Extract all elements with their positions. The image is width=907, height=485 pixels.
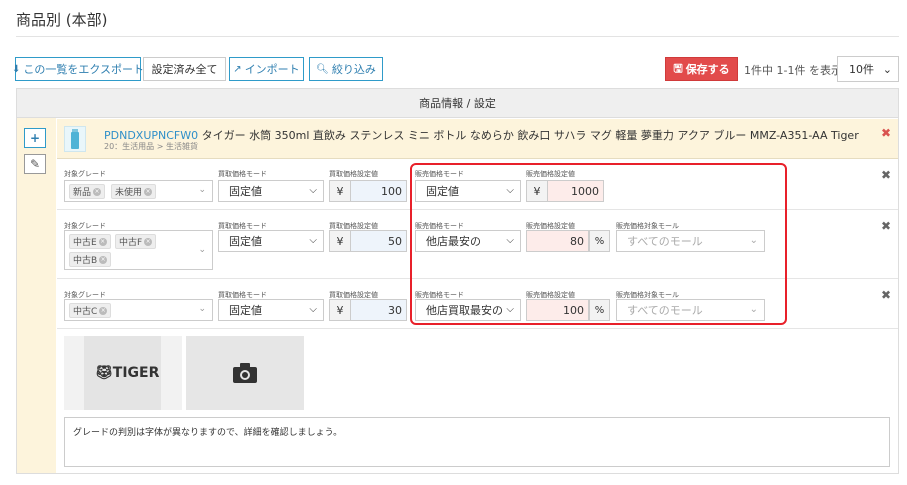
close-icon[interactable]: × <box>99 255 108 264</box>
bottle-icon <box>71 129 79 149</box>
close-icon[interactable]: × <box>99 306 108 315</box>
filter-label: 絞り込み <box>331 63 376 76</box>
buy-mode-label: 買取価格モード <box>218 170 267 178</box>
buy-value-input-1[interactable]: 100 <box>350 180 407 202</box>
yen-addon: ¥ <box>329 299 351 321</box>
chevron-down-icon: ⌄ <box>198 185 206 195</box>
upload-image-tile[interactable] <box>186 336 304 410</box>
plus-icon: + <box>29 131 41 145</box>
remove-rule-icon[interactable]: ✖ <box>881 288 891 302</box>
add-button[interactable]: + <box>24 128 46 148</box>
tiger-icon: 🐯︎ <box>95 365 113 381</box>
rule-divider <box>57 328 898 329</box>
buy-mode-value: 固定値 <box>229 235 262 248</box>
grade-tag-label: 中古F <box>119 238 143 248</box>
save-button[interactable]: 🖫 保存する <box>665 57 738 81</box>
chevron-down-icon: ⌵ <box>309 185 317 196</box>
grade-tag[interactable]: 未使用 × <box>111 184 157 199</box>
chevron-down-icon: ⌵ <box>309 304 317 315</box>
remove-rule-icon[interactable]: ✖ <box>881 168 891 182</box>
buy-mode-select-3[interactable]: 固定値 ⌵ <box>218 299 324 321</box>
grade-tag[interactable]: 中古C × <box>69 303 112 318</box>
grade-tag-label: 新品 <box>73 188 92 198</box>
close-icon[interactable]: × <box>98 237 107 246</box>
grade-tag-label: 中古C <box>73 307 98 317</box>
chevron-down-icon: ⌄ <box>198 304 206 314</box>
buy-mode-select-2[interactable]: 固定値 ⌵ <box>218 230 324 252</box>
download-icon: ⬇ <box>11 63 21 75</box>
import-label: インポート <box>244 63 300 76</box>
buy-mode-select-1[interactable]: 固定値 ⌵ <box>218 180 324 202</box>
notes-textarea[interactable]: グレードの判別は字体が異なりますので、詳細を確認しましょう。 <box>64 417 890 467</box>
remove-rule-icon[interactable]: ✖ <box>881 219 891 233</box>
grade-tag[interactable]: 中古F × <box>115 234 157 249</box>
grade-select-2[interactable]: 中古E × 中古F × 中古B × ⌄ <box>64 230 213 270</box>
close-icon[interactable]: × <box>144 237 153 246</box>
export-button[interactable]: ⬇ この一覧をエクスポート <box>11 57 145 81</box>
product-line: PDNDXUPNCFW0 タイガー 水筒 350ml 直飲み ステンレス ミニ … <box>104 127 859 143</box>
configured-all-label: 設定済み全て <box>151 63 218 76</box>
edit-button[interactable]: ✎ <box>24 154 46 174</box>
table-header: 商品情報 / 設定 <box>16 88 899 118</box>
per-page-value: 10件 <box>849 63 874 76</box>
close-icon[interactable]: × <box>93 187 102 196</box>
chevron-down-icon: ⌄ <box>882 62 892 76</box>
title-divider <box>16 36 899 37</box>
grade-tag[interactable]: 中古E × <box>69 234 111 249</box>
page-title: 商品別 (本部) <box>16 11 108 29</box>
pager-info: 1件中 1-1件 を表示 <box>744 64 842 77</box>
close-icon[interactable]: × <box>144 187 153 196</box>
save-icon: 🖫 <box>673 61 683 75</box>
table-header-label: 商品情報 / 設定 <box>419 97 496 110</box>
grade-label: 対象グレード <box>64 170 106 178</box>
grade-tag-label: 中古B <box>73 256 98 266</box>
yen-addon: ¥ <box>329 230 351 252</box>
pencil-icon: ✎ <box>29 157 41 171</box>
share-icon: ↗ <box>233 63 242 75</box>
save-label: 保存する <box>685 63 730 76</box>
grade-tag-label: 中古E <box>73 238 97 248</box>
grade-tag[interactable]: 中古B × <box>69 252 112 267</box>
per-page-select[interactable]: 10件 ⌄ <box>837 56 899 82</box>
product-name: タイガー 水筒 350ml 直飲み ステンレス ミニ ボトル なめらか 飲み口 … <box>201 129 859 142</box>
grade-select-1[interactable]: 新品 × 未使用 × ⌄ <box>64 180 213 202</box>
remove-product-icon[interactable]: ✖ <box>881 126 891 140</box>
product-thumbnail <box>64 126 86 152</box>
buy-value-input-2[interactable]: 50 <box>350 230 407 252</box>
search-icon: 🔍︎ <box>316 63 329 75</box>
chevron-down-icon: ⌵ <box>309 235 317 246</box>
configured-all-button[interactable]: 設定済み全て <box>143 57 226 81</box>
logo-text: TIGER <box>112 365 160 381</box>
buy-value-label: 買取価格設定値 <box>329 170 378 178</box>
grade-tag[interactable]: 新品 × <box>69 184 106 199</box>
grade-select-3[interactable]: 中古C × ⌄ <box>64 299 213 321</box>
chevron-down-icon: ⌄ <box>198 245 206 255</box>
filter-button[interactable]: 🔍︎ 絞り込み <box>309 57 383 81</box>
buy-mode-value: 固定値 <box>229 304 262 317</box>
import-button[interactable]: ↗ インポート <box>229 57 304 81</box>
yen-addon: ¥ <box>329 180 351 202</box>
buy-mode-value: 固定値 <box>229 185 262 198</box>
grade-tag-label: 未使用 <box>115 188 143 198</box>
sell-price-highlight <box>410 163 787 325</box>
buy-value-input-3[interactable]: 30 <box>350 299 407 321</box>
brand-logo: 🐯︎TIGER <box>95 365 159 381</box>
product-category: 20：生活用品 > 生活雑貨 <box>104 142 198 151</box>
camera-icon <box>233 363 257 383</box>
export-label: この一覧をエクスポート <box>23 63 145 76</box>
